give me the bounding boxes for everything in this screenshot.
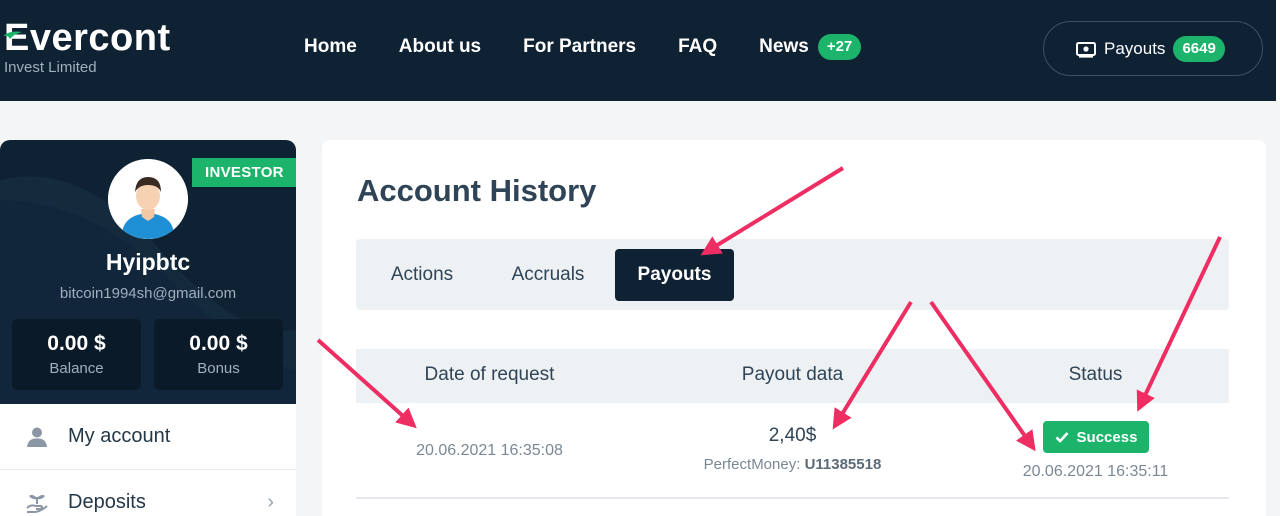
bonus-label: Bonus: [197, 360, 240, 377]
chevron-right-icon: ›: [267, 491, 274, 513]
sidebar-item-my-account[interactable]: My account: [0, 404, 296, 470]
sidebar-item-label: My account: [68, 425, 171, 447]
request-date: 20.06.2021 16:35:08: [416, 442, 563, 459]
status-badge: Success: [1043, 421, 1149, 453]
nav-home[interactable]: Home: [304, 34, 357, 60]
check-icon: [1055, 432, 1069, 443]
username: Hyipbtc: [105, 249, 191, 275]
nav-news[interactable]: News +27: [759, 34, 862, 60]
user-avatar-icon: [108, 159, 188, 239]
column-header-date: Date of request: [424, 364, 555, 385]
wallet-number: U11385518: [804, 456, 882, 473]
balance-box: 0.00 $ Balance: [12, 319, 141, 390]
page-title: Account History: [357, 173, 597, 208]
payment-system-label: PerfectMoney:: [703, 456, 801, 473]
bonus-value: 0.00 $: [189, 332, 248, 355]
nav-faq[interactable]: FAQ: [678, 34, 717, 60]
status-date: 20.06.2021 16:35:11: [1022, 463, 1169, 480]
balance-label: Balance: [49, 360, 104, 377]
nav-news-label: News: [759, 36, 809, 57]
main-nav: Home About us For Partners FAQ News +27: [304, 34, 862, 60]
hand-plant-icon: [26, 494, 48, 513]
account-history-card: Account History Actions Accruals Payouts…: [322, 140, 1266, 516]
sidebar: INVESTOR Hyipbtc bitcoin1994sh@gmail.com…: [0, 140, 296, 516]
sidebar-menu: My account Deposits ›: [0, 404, 296, 516]
tab-actions[interactable]: Actions: [368, 249, 476, 301]
scrollbar-strip: [1276, 0, 1280, 101]
history-tabs: Actions Accruals Payouts: [356, 239, 1229, 310]
payouts-button[interactable]: Payouts 6649: [1043, 21, 1263, 76]
payout-amount: 2,40$: [768, 425, 817, 446]
tab-accruals[interactable]: Accruals: [491, 249, 605, 301]
balance-value: 0.00 $: [47, 332, 106, 355]
nav-about-us[interactable]: About us: [399, 34, 481, 60]
payouts-count-badge: 6649: [1173, 35, 1225, 62]
logo-subtitle: Invest Limited: [4, 59, 97, 76]
column-header-status: Status: [1068, 364, 1123, 385]
logo-text: Evercont: [4, 17, 171, 59]
tab-payouts[interactable]: Payouts: [615, 249, 734, 301]
payout-wallet: PerfectMoney: U11385518: [659, 456, 926, 473]
row-divider: [356, 497, 1229, 499]
user-email: bitcoin1994sh@gmail.com: [59, 285, 237, 302]
profile-panel: INVESTOR Hyipbtc bitcoin1994sh@gmail.com…: [0, 140, 296, 404]
bonus-box: 0.00 $ Bonus: [154, 319, 283, 390]
user-icon: [27, 427, 47, 447]
leaf-icon: [3, 31, 22, 39]
news-count-badge: +27: [817, 34, 862, 60]
top-header: Evercont Invest Limited Home About us Fo…: [0, 0, 1276, 101]
table-header: Date of request Payout data Status: [356, 349, 1229, 403]
status-text: Success: [1076, 428, 1138, 446]
column-header-payout-data: Payout data: [741, 364, 844, 385]
payout-data-cell: 2,40$ PerfectMoney: U11385518: [659, 425, 926, 473]
logo[interactable]: Evercont Invest Limited: [3, 17, 171, 77]
sidebar-item-deposits[interactable]: Deposits ›: [0, 470, 296, 516]
sidebar-item-label: Deposits: [68, 491, 146, 513]
role-badge: INVESTOR: [192, 158, 296, 187]
nav-for-partners[interactable]: For Partners: [523, 34, 636, 60]
cash-icon: [1076, 41, 1096, 58]
avatar: [108, 159, 188, 239]
payouts-label: Payouts: [1104, 38, 1166, 58]
